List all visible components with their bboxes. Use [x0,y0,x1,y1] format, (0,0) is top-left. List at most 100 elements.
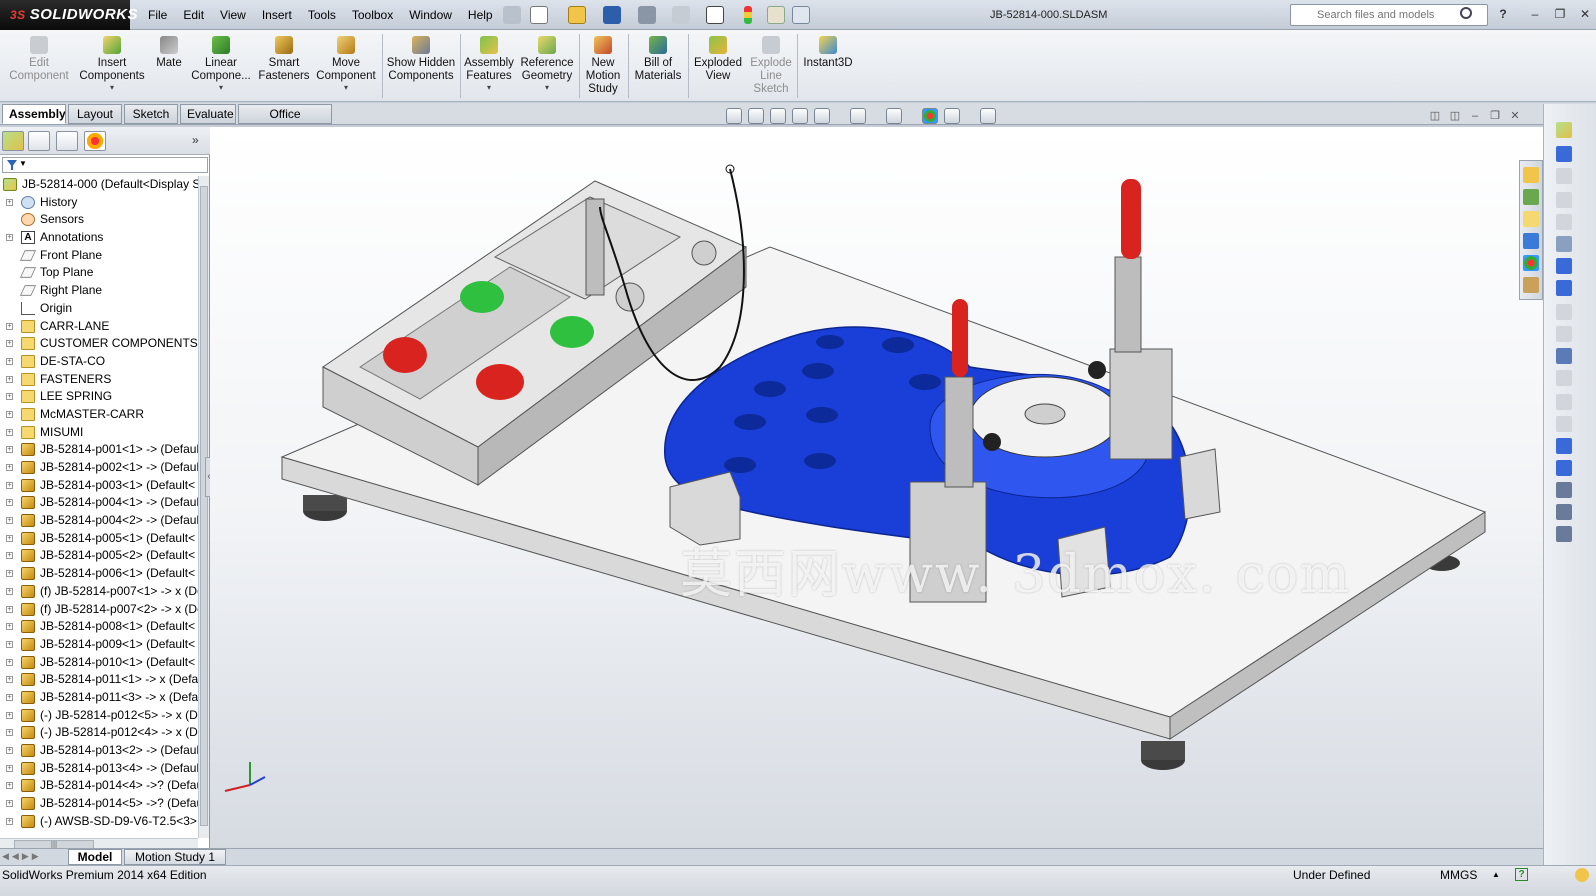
dropdown-arrow-icon[interactable]: ▾ [76,83,148,92]
search-input[interactable] [1290,4,1488,26]
sum-icon[interactable] [1556,258,1572,274]
zoom-to-fit-icon[interactable] [726,108,742,124]
bill-of-materials-button[interactable]: Bill of Materials [631,34,685,83]
expand-icon[interactable]: + [6,234,13,242]
tree-item[interactable]: + JB-52814-p014<5> ->? (Defau [0,795,198,813]
expand-icon[interactable]: + [6,676,13,684]
smart-fasteners-button[interactable]: Smart Fasteners [256,34,312,83]
tree-item[interactable]: + CARR-LANE [0,318,198,336]
expand-icon[interactable]: + [6,711,13,719]
expand-icon[interactable]: + [6,587,13,595]
solidworks-resources-icon[interactable] [1523,167,1539,183]
tree-item[interactable]: + JB-52814-p011<3> -> x (Defau [0,689,198,707]
tree-vertical-scrollbar[interactable] [198,176,209,838]
assembly-model[interactable] [210,127,1543,848]
tree-item[interactable]: + JB-52814-p013<2> -> (Defaul [0,742,198,760]
edit-appearance-icon[interactable] [922,108,938,124]
toolbar-icon[interactable] [1556,504,1572,520]
menu-window[interactable]: Window [401,0,460,30]
toolbar-icon[interactable] [1556,394,1572,410]
tree-item[interactable]: + A Annotations [0,229,198,247]
view-orientation-icon[interactable] [814,108,830,124]
toolbar-icon[interactable] [1556,236,1572,252]
toolbar-icon[interactable] [1556,192,1572,208]
tree-item[interactable]: + JB-52814-p004<2> -> (Defaul [0,512,198,530]
toolbar-icon[interactable] [1556,214,1572,230]
expand-icon[interactable]: + [6,534,13,542]
tree-item[interactable]: + (-) JB-52814-p012<4> -> x (De [0,724,198,742]
mate-button[interactable]: Mate [150,34,188,70]
tree-item[interactable]: + (f) JB-52814-p007<2> -> x (De [0,601,198,619]
tree-item[interactable]: Right Plane [0,282,198,300]
new-document-icon[interactable] [530,6,548,24]
file-explorer-icon[interactable] [1523,211,1539,227]
expand-icon[interactable]: + [6,729,13,737]
viewport-close-icon[interactable]: ✕ [1508,110,1522,122]
tab-sketch[interactable]: Sketch [124,104,178,124]
tree-item[interactable]: Top Plane [0,264,198,282]
tree-item[interactable]: + LEE SPRING [0,388,198,406]
tile-vertical-icon[interactable]: ◫ [1448,110,1462,122]
custom-properties-icon[interactable] [1523,277,1539,293]
tab-evaluate[interactable]: Evaluate [180,104,236,124]
insert-components-button[interactable]: Insert Components ▾ [76,34,148,92]
view-settings-icon[interactable] [980,108,996,124]
appearances-icon[interactable] [1523,255,1539,271]
tree-item[interactable]: + JB-52814-p004<1> -> (Defaul [0,494,198,512]
expand-icon[interactable]: + [6,481,13,489]
file-properties-icon[interactable] [767,6,785,24]
tree-item[interactable]: + (-) JB-52814-p012<5> -> x (De [0,707,198,725]
rebuild-icon[interactable] [744,6,752,24]
dropdown-arrow-icon[interactable]: ▾ [190,83,252,92]
tree-item[interactable]: + JB-52814-p003<1> (Default< [0,477,198,495]
expand-icon[interactable]: + [6,517,13,525]
expand-icon[interactable]: + [6,782,13,790]
instant3d-button[interactable]: Instant3D [800,34,856,70]
check-icon[interactable] [1556,348,1572,364]
toolbar-icon[interactable] [1556,280,1572,296]
menu-tools[interactable]: Tools [300,0,344,30]
tab-assembly[interactable]: Assembly [2,104,66,124]
dropdown-arrow-icon[interactable]: ▾ [518,83,576,92]
tree-item[interactable]: + JB-52814-p005<2> (Default< [0,547,198,565]
tree-item[interactable]: + JB-52814-p001<1> -> (Defaul [0,441,198,459]
tile-horizontal-icon[interactable]: ◫ [1428,110,1442,122]
tab-layout[interactable]: Layout [68,104,122,124]
toolbar-icon[interactable] [1556,304,1572,320]
tree-item[interactable]: + CUSTOMER COMPONENTS [0,335,198,353]
expand-icon[interactable]: + [6,410,13,418]
tree-item[interactable]: + DE-STA-CO [0,353,198,371]
menu-view[interactable]: View [212,0,254,30]
toolbar-icon[interactable] [1556,326,1572,342]
tree-item[interactable]: Sensors [0,211,198,229]
toolbar-icon[interactable] [1556,146,1572,162]
explode-line-sketch-button[interactable]: Explode Line Sketch [748,34,794,96]
text-icon[interactable] [1556,460,1572,476]
unit-dropdown-icon[interactable]: ▲ [1492,868,1500,882]
help-icon[interactable]: ? [1495,6,1511,22]
tree-item[interactable]: + MISUMI [0,424,198,442]
undo-icon[interactable] [672,6,690,24]
toolbar-icon[interactable] [1556,482,1572,498]
tree-item[interactable]: + McMASTER-CARR [0,406,198,424]
options-icon[interactable] [792,6,810,24]
tree-item[interactable]: Front Plane [0,247,198,265]
expand-icon[interactable]: + [6,623,13,631]
feature-manager-tab-icon[interactable] [2,131,24,151]
expand-pane-icon[interactable]: » [192,133,199,147]
expand-icon[interactable]: + [6,428,13,436]
expand-icon[interactable]: + [6,817,13,825]
configuration-manager-tab-icon[interactable] [56,131,78,151]
solidworks-logo[interactable]: 3S SOLIDWORKS [0,0,138,30]
unit-system[interactable]: MMGS [1440,868,1477,882]
graphics-area[interactable]: 莫西网www. 3dmox. com [210,127,1543,848]
previous-view-icon[interactable] [770,108,786,124]
tree-item[interactable]: + JB-52814-p006<1> (Default< [0,565,198,583]
reference-geometry-button[interactable]: Reference Geometry ▾ [518,34,576,92]
hide-show-items-icon[interactable] [886,108,902,124]
toolbar-icon[interactable] [1556,370,1572,386]
show-hidden-components-button[interactable]: Show Hidden Components [386,34,456,83]
view-palette-icon[interactable] [1523,233,1539,249]
section-view-icon[interactable] [792,108,808,124]
display-style-icon[interactable] [850,108,866,124]
